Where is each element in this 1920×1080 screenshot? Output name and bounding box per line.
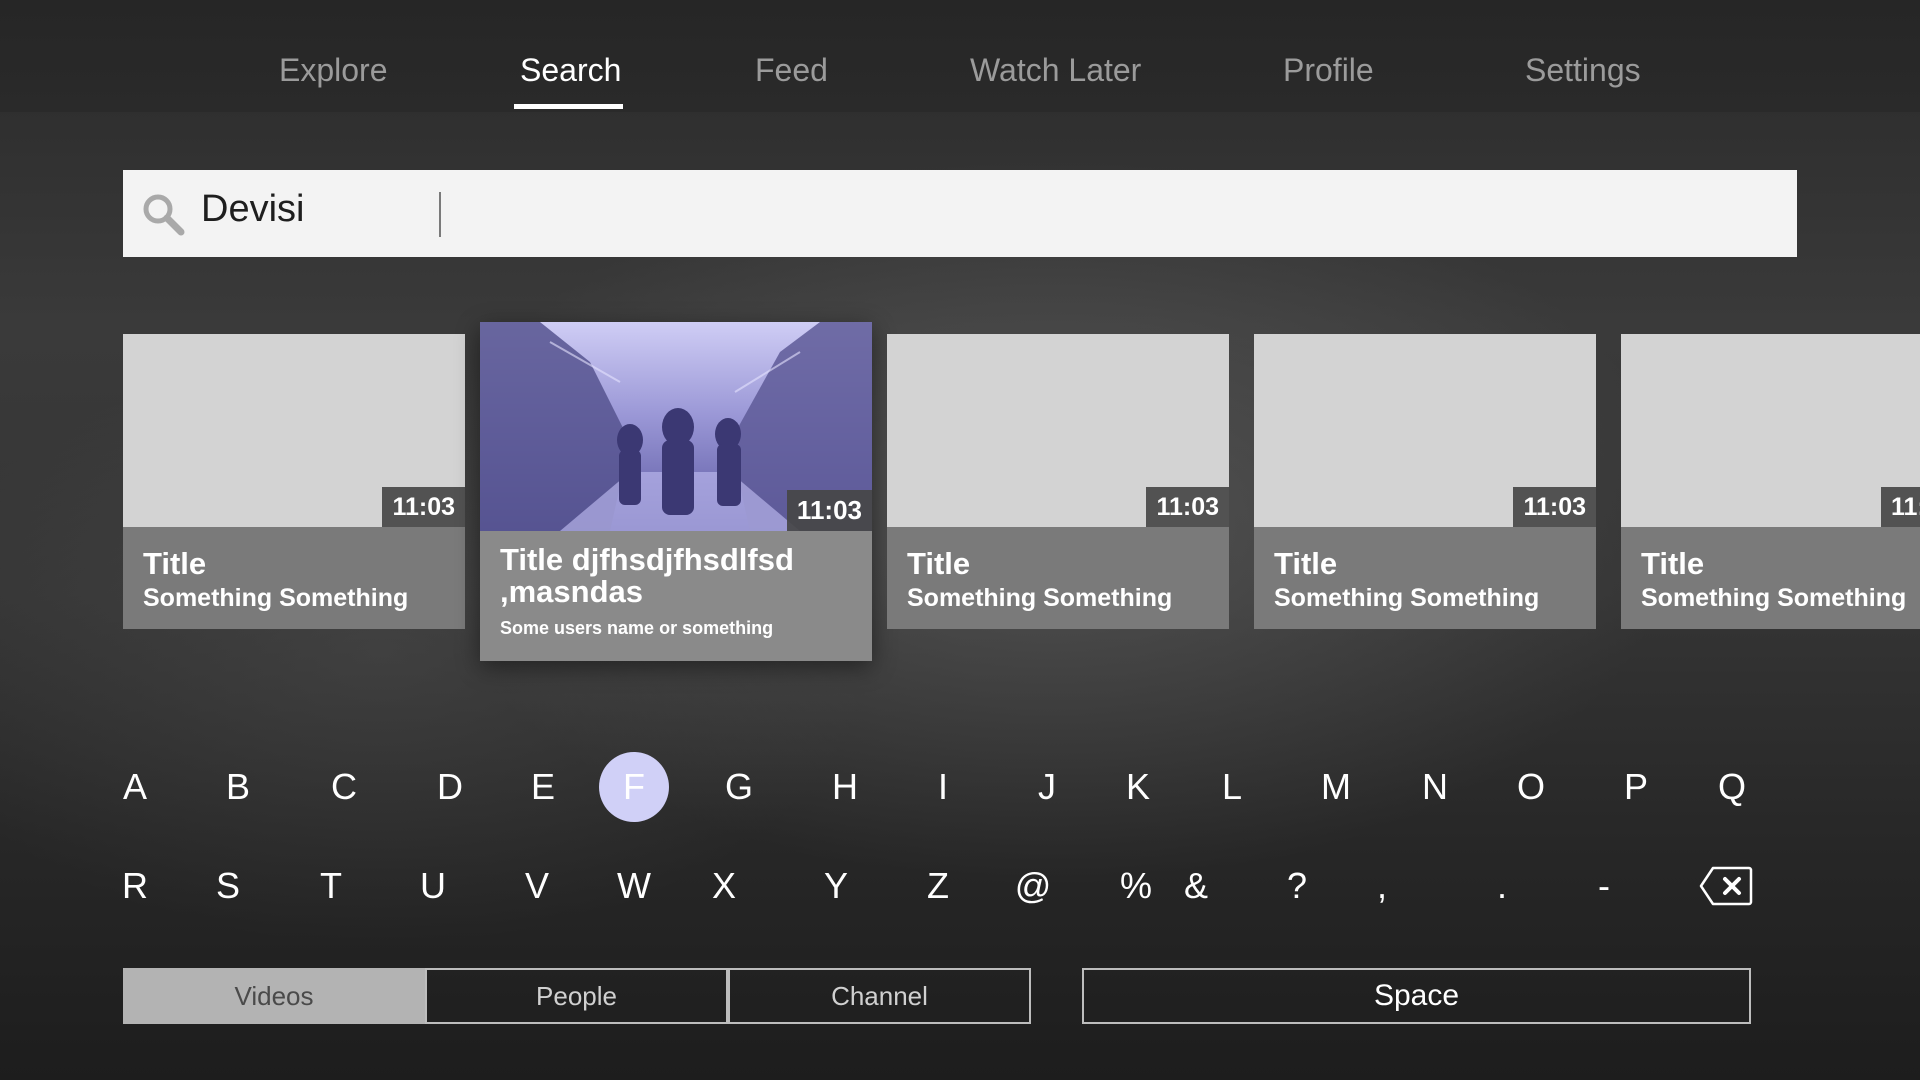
key-comma[interactable]: , <box>1347 851 1417 921</box>
result-card[interactable]: 11:03 Title Something Something <box>887 334 1229 629</box>
key-k[interactable]: K <box>1103 752 1173 822</box>
key-q[interactable]: Q <box>1697 752 1767 822</box>
search-input[interactable]: Devisi <box>201 188 304 231</box>
video-subtitle: Something Something <box>1641 584 1907 612</box>
video-subtitle: Some users name or something <box>500 618 774 638</box>
key-question[interactable]: ? <box>1262 851 1332 921</box>
key-f[interactable]: F <box>599 752 669 822</box>
video-duration: 11:03 <box>1513 487 1596 527</box>
key-b[interactable]: B <box>203 752 273 822</box>
key-s[interactable]: S <box>193 851 263 921</box>
key-p[interactable]: P <box>1601 752 1671 822</box>
key-y[interactable]: Y <box>801 851 871 921</box>
tab-watch-later[interactable]: Watch Later <box>970 52 1141 89</box>
video-thumbnail <box>1621 334 1920 527</box>
key-o[interactable]: O <box>1496 752 1566 822</box>
video-subtitle: Something Something <box>143 584 409 612</box>
key-period[interactable]: . <box>1467 851 1537 921</box>
active-tab-indicator <box>514 104 623 109</box>
tab-feed[interactable]: Feed <box>755 52 828 89</box>
key-l[interactable]: L <box>1197 752 1267 822</box>
tab-search[interactable]: Search <box>520 52 621 89</box>
video-title: Title <box>143 546 207 581</box>
video-title: Title djfhsdjfhsdlfsd ,masndas <box>500 542 794 609</box>
video-title: Title <box>907 546 971 581</box>
key-d[interactable]: D <box>415 752 485 822</box>
video-title: Title <box>1274 546 1338 581</box>
key-g[interactable]: G <box>704 752 774 822</box>
search-box[interactable]: Devisi <box>123 170 1797 257</box>
backspace-icon[interactable] <box>1699 866 1753 906</box>
tab-explore[interactable]: Explore <box>279 52 388 89</box>
result-card[interactable]: 11:03 Title Something Something <box>123 334 465 629</box>
video-subtitle: Something Something <box>907 584 1173 612</box>
key-at[interactable]: @ <box>998 851 1068 921</box>
nav-tabs: Explore Search Feed Watch Later Profile … <box>0 0 1920 112</box>
key-v[interactable]: V <box>502 851 572 921</box>
video-duration: 11:03 <box>786 490 872 531</box>
key-r[interactable]: R <box>100 851 170 921</box>
video-subtitle: Something Something <box>1274 584 1540 612</box>
tab-profile[interactable]: Profile <box>1283 52 1374 89</box>
key-dash[interactable]: - <box>1569 851 1639 921</box>
key-n[interactable]: N <box>1400 752 1470 822</box>
video-duration: 11:03 <box>382 487 465 527</box>
key-i[interactable]: I <box>908 752 978 822</box>
key-x[interactable]: X <box>689 851 759 921</box>
result-card[interactable]: 11:03 Title Something Something <box>1621 334 1920 629</box>
key-a[interactable]: A <box>100 752 170 822</box>
tab-settings[interactable]: Settings <box>1525 52 1641 89</box>
key-j[interactable]: J <box>1012 752 1082 822</box>
filter-people[interactable]: People <box>425 968 728 1024</box>
video-duration: 11:03 <box>1881 487 1920 527</box>
video-duration: 11:03 <box>1146 487 1229 527</box>
key-z[interactable]: Z <box>903 851 973 921</box>
filter-channel[interactable]: Channel <box>728 968 1031 1024</box>
key-h[interactable]: H <box>810 752 880 822</box>
key-ampersand[interactable]: & <box>1161 851 1231 921</box>
key-u[interactable]: U <box>398 851 468 921</box>
key-c[interactable]: C <box>309 752 379 822</box>
text-caret <box>439 192 441 237</box>
space-button[interactable]: Space <box>1082 968 1751 1024</box>
result-card[interactable]: 11:03 Title Something Something <box>1254 334 1596 629</box>
key-m[interactable]: M <box>1301 752 1371 822</box>
key-t[interactable]: T <box>296 851 366 921</box>
key-w[interactable]: W <box>599 851 669 921</box>
video-title: Title <box>1641 546 1705 581</box>
filter-videos[interactable]: Videos <box>123 968 425 1024</box>
key-e[interactable]: E <box>508 752 578 822</box>
search-icon <box>143 194 185 236</box>
result-card-focused[interactable]: 11:03 Title djfhsdjfhsdlfsd ,masndas Som… <box>480 322 872 661</box>
